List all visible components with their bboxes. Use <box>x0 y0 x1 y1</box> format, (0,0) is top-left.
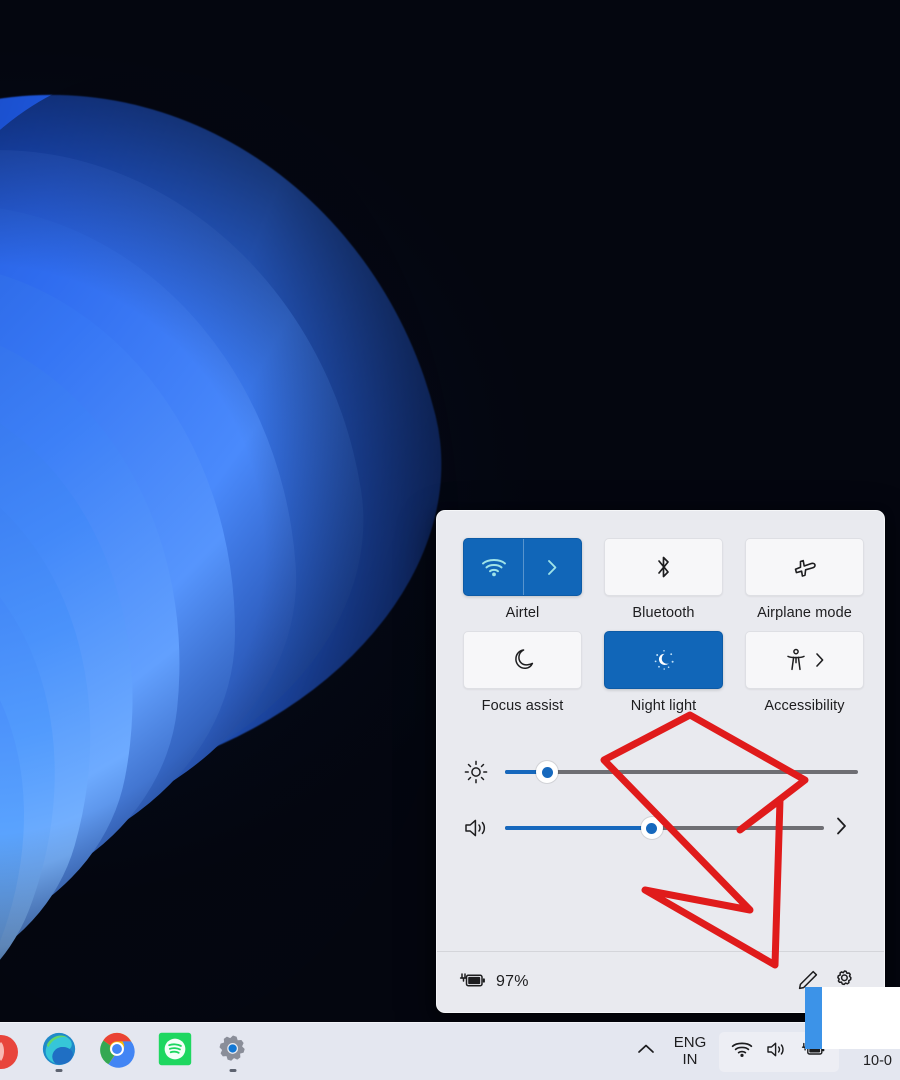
quick-setting-bluetooth[interactable] <box>604 538 723 596</box>
volume-output-expand-button[interactable] <box>824 816 858 841</box>
language-line-2: IN <box>682 1050 698 1068</box>
taskbar: ENG IN 10-0 <box>0 1022 900 1080</box>
wifi-icon <box>481 557 507 577</box>
chevron-up-icon <box>636 1042 656 1061</box>
battery-status[interactable]: 97% <box>459 970 529 995</box>
taskbar-app-list <box>0 1028 256 1075</box>
moon-icon <box>511 647 535 673</box>
tile-wrap-airplane: Airplane mode <box>745 538 864 621</box>
chevron-right-icon <box>835 816 848 841</box>
quick-setting-night-light[interactable] <box>604 631 723 689</box>
taskbar-app-spotify[interactable] <box>151 1028 198 1075</box>
volume-slider-thumb[interactable] <box>640 817 663 839</box>
tile-label-airplane: Airplane mode <box>757 605 852 621</box>
tile-label-night-light: Night light <box>630 698 697 714</box>
redaction-overlay <box>822 987 900 1049</box>
tile-label-focus-assist: Focus assist <box>481 698 564 714</box>
brightness-slider-thumb[interactable] <box>536 761 559 783</box>
taskbar-app-partial-red[interactable] <box>0 1028 24 1075</box>
taskbar-app-settings[interactable] <box>209 1028 256 1075</box>
tile-wrap-accessibility: Accessibility <box>745 631 864 714</box>
quick-settings-tile-grid: Airtel Bluetooth Airplane mode Focus ass… <box>437 511 884 714</box>
running-indicator <box>229 1069 236 1072</box>
quick-settings-panel: Airtel Bluetooth Airplane mode Focus ass… <box>436 510 885 1013</box>
battery-percent-label: 97% <box>496 973 529 990</box>
tray-overflow-button[interactable] <box>626 1042 666 1061</box>
tile-label-wifi: Airtel <box>505 605 540 621</box>
tile-wrap-night-light: Night light <box>604 631 723 714</box>
tile-wrap-wifi: Airtel <box>463 538 582 621</box>
chrome-icon <box>98 1030 136 1073</box>
wifi-icon <box>731 1041 753 1063</box>
wifi-expand-button[interactable] <box>524 539 581 595</box>
tile-label-accessibility: Accessibility <box>764 698 845 714</box>
language-line-1: ENG <box>673 1033 707 1051</box>
gear-icon <box>215 1031 251 1072</box>
airplane-icon <box>791 555 819 579</box>
volume-slider-fill <box>505 826 652 830</box>
language-indicator[interactable]: ENG IN <box>666 1033 714 1069</box>
volume-icon <box>463 816 505 840</box>
spotify-icon <box>157 1031 193 1072</box>
volume-slider[interactable] <box>505 817 824 839</box>
quick-setting-wifi[interactable] <box>463 538 582 596</box>
accessibility-icon <box>784 646 808 674</box>
volume-icon <box>766 1040 788 1064</box>
quick-settings-sliders <box>437 714 884 856</box>
tile-label-bluetooth: Bluetooth <box>632 605 695 621</box>
taskbar-app-edge[interactable] <box>35 1028 82 1075</box>
tile-wrap-bluetooth: Bluetooth <box>604 538 723 621</box>
brightness-slider[interactable] <box>505 761 858 783</box>
quick-setting-focus-assist[interactable] <box>463 631 582 689</box>
quick-setting-accessibility[interactable] <box>745 631 864 689</box>
wifi-toggle-segment[interactable] <box>464 539 523 595</box>
chevron-right-icon[interactable] <box>815 652 825 668</box>
brightness-slider-row <box>463 744 858 800</box>
quick-setting-airplane-mode[interactable] <box>745 538 864 596</box>
running-indicator <box>55 1069 62 1072</box>
chevron-right-icon <box>547 559 558 576</box>
tile-wrap-focus-assist: Focus assist <box>463 631 582 714</box>
night-light-icon <box>649 647 679 673</box>
tray-highlight-bar <box>805 987 822 1049</box>
volume-slider-row <box>463 800 858 856</box>
battery-charging-icon <box>459 970 487 995</box>
edge-icon <box>40 1030 78 1073</box>
bluetooth-icon <box>654 553 673 581</box>
brightness-icon <box>463 759 505 785</box>
clock-date: 10-0 <box>862 1052 892 1069</box>
taskbar-app-chrome[interactable] <box>93 1028 140 1075</box>
